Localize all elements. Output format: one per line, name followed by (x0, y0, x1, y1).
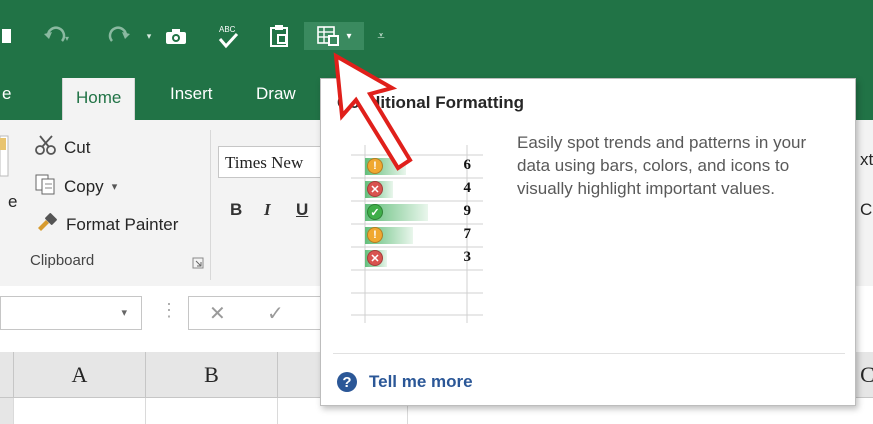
cut-label: Cut (64, 137, 91, 157)
row-header[interactable] (0, 398, 14, 424)
select-all-corner[interactable] (0, 352, 14, 398)
tab-file[interactable]: e (2, 84, 11, 104)
format-painter-button[interactable]: Format Painter (36, 212, 178, 237)
tell-me-more-link[interactable]: ? Tell me more (337, 372, 473, 392)
conditional-formatting-tooltip: Conditional Formatting ! 6 ✕ 4 ✓ 9! 7 ✕ 3 Easily… (320, 78, 856, 406)
name-box[interactable]: ▾ (0, 296, 142, 330)
preview-table: ! 6 ✕ 4 ✓ 9! 7 ✕ 3 (351, 145, 483, 323)
redo-icon[interactable] (100, 22, 134, 50)
preview-row: ✓ 9 (351, 201, 483, 224)
spelling-check-icon[interactable]: ABC (212, 22, 244, 50)
name-box-dropdown-icon[interactable]: ▾ (121, 306, 127, 319)
cut-button[interactable]: Cut (34, 134, 90, 161)
preview-value: 4 (463, 180, 472, 196)
copy-icon (34, 173, 58, 200)
formula-buttons: ✕ ✓ (188, 296, 328, 330)
column-header-a[interactable]: A (14, 352, 146, 398)
tooltip-title: Conditional Formatting (337, 93, 524, 112)
camera-icon[interactable] (160, 22, 192, 50)
copy-label: Copy (64, 176, 104, 196)
tab-draw[interactable]: Draw (256, 84, 296, 104)
quick-access-toolbar: ▾ ▾ ABC ▾ ⩡ (0, 0, 873, 72)
format-painter-label: Format Painter (66, 214, 179, 234)
cell[interactable] (14, 398, 146, 424)
ok-status-icon: ✓ (367, 204, 383, 220)
svg-text:ABC: ABC (219, 25, 236, 34)
italic-button[interactable]: I (264, 200, 271, 220)
paste-label: e (8, 192, 18, 211)
svg-text:▾: ▾ (65, 34, 69, 43)
formula-bar-grip-icon[interactable]: ⋮ (160, 300, 178, 321)
copy-button[interactable]: Copy ▾ (34, 173, 117, 200)
error-status-icon: ✕ (367, 181, 383, 197)
tab-home[interactable]: Home (62, 78, 136, 120)
preview-row: ✕ 4 (351, 178, 483, 201)
preview-row: ! 7 (351, 224, 483, 247)
dialog-launcher-icon[interactable] (192, 256, 204, 274)
tab-insert[interactable]: Insert (170, 84, 213, 104)
preview-value: 9 (463, 203, 472, 219)
merge-center-partial: C (860, 200, 873, 219)
conditional-formatting-button[interactable]: ▾ (304, 22, 364, 50)
error-status-icon: ✕ (367, 250, 383, 266)
cell[interactable] (146, 398, 278, 424)
paintbrush-icon (36, 212, 60, 237)
group-divider (210, 130, 211, 280)
warning-status-icon: ! (367, 227, 383, 243)
undo-icon[interactable]: ▾ (40, 22, 74, 50)
copy-dropdown-icon[interactable]: ▾ (112, 180, 118, 193)
save-icon[interactable] (0, 22, 14, 50)
wrap-text-partial: xt (860, 150, 873, 169)
help-icon: ? (337, 372, 357, 392)
preview-value: 3 (463, 249, 472, 265)
clipboard-group-label: Clipboard (30, 252, 95, 269)
preview-row: ✕ 3 (351, 247, 483, 270)
preview-value: 7 (463, 226, 472, 242)
conditional-formatting-icon (317, 26, 340, 46)
tooltip-description: Easily spot trends and patterns in your … (517, 133, 807, 198)
preview-row: ! 6 (351, 155, 483, 178)
scissors-icon (34, 134, 58, 161)
cancel-icon[interactable]: ✕ (209, 301, 226, 326)
bold-button[interactable]: B (230, 200, 242, 220)
customize-toolbar-icon[interactable]: ⩡ (374, 22, 388, 50)
paste-special-icon[interactable] (264, 22, 296, 50)
preview-value: 6 (463, 157, 472, 173)
dropdown-arrow-icon: ▾ (346, 30, 352, 42)
redo-dropdown-icon[interactable]: ▾ (144, 22, 154, 50)
tell-me-more-label: Tell me more (369, 372, 473, 391)
underline-button[interactable]: U (296, 200, 308, 220)
column-header-b[interactable]: B (146, 352, 278, 398)
tooltip-divider (333, 353, 845, 354)
warning-status-icon: ! (367, 158, 383, 174)
enter-icon[interactable]: ✓ (267, 301, 284, 326)
